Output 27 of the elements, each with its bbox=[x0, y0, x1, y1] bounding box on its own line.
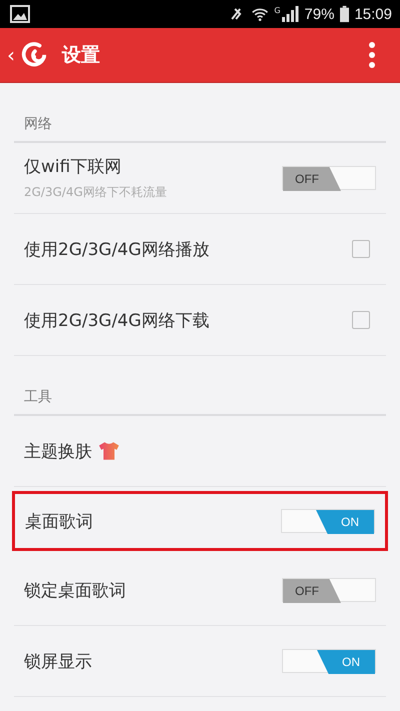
setting-label: 锁屏显示 bbox=[24, 650, 92, 672]
section-header: 工具 bbox=[14, 356, 386, 416]
signal-icon bbox=[281, 5, 300, 23]
setting-description: 2G/3G/4G网络下不耗流量 bbox=[24, 184, 168, 201]
setting-label: 使用2G/3G/4G网络下载 bbox=[24, 310, 210, 332]
setting-label: 锁定桌面歌词 bbox=[24, 580, 126, 602]
swirl-logo-icon bbox=[20, 41, 48, 69]
toggle-switch[interactable]: OFF bbox=[282, 166, 376, 190]
battery-icon bbox=[340, 5, 350, 23]
section-header: 网络 bbox=[14, 83, 386, 143]
setting-label: 使用2G/3G/4G网络播放 bbox=[24, 238, 210, 260]
t-shirt-icon bbox=[98, 441, 120, 461]
battery-percent: 79% bbox=[304, 6, 334, 22]
more-options-icon[interactable] bbox=[368, 42, 376, 68]
image-icon bbox=[10, 5, 30, 23]
checkbox[interactable] bbox=[352, 240, 370, 258]
setting-label: 桌面歌词 bbox=[25, 510, 93, 532]
screen-title: 设置 bbox=[62, 43, 100, 68]
setting-label: 仅wifi下联网 bbox=[24, 156, 122, 178]
back-button[interactable]: ‹ bbox=[4, 43, 18, 67]
toggle-switch[interactable]: ON bbox=[282, 649, 376, 673]
toggle-switch[interactable]: ON bbox=[281, 509, 375, 533]
checkbox[interactable] bbox=[352, 311, 370, 329]
clock: 15:09 bbox=[354, 6, 392, 22]
network-type: G bbox=[274, 6, 280, 15]
toggle-switch[interactable]: OFF bbox=[282, 578, 376, 602]
setting-label: 主题换肤 bbox=[24, 440, 92, 462]
